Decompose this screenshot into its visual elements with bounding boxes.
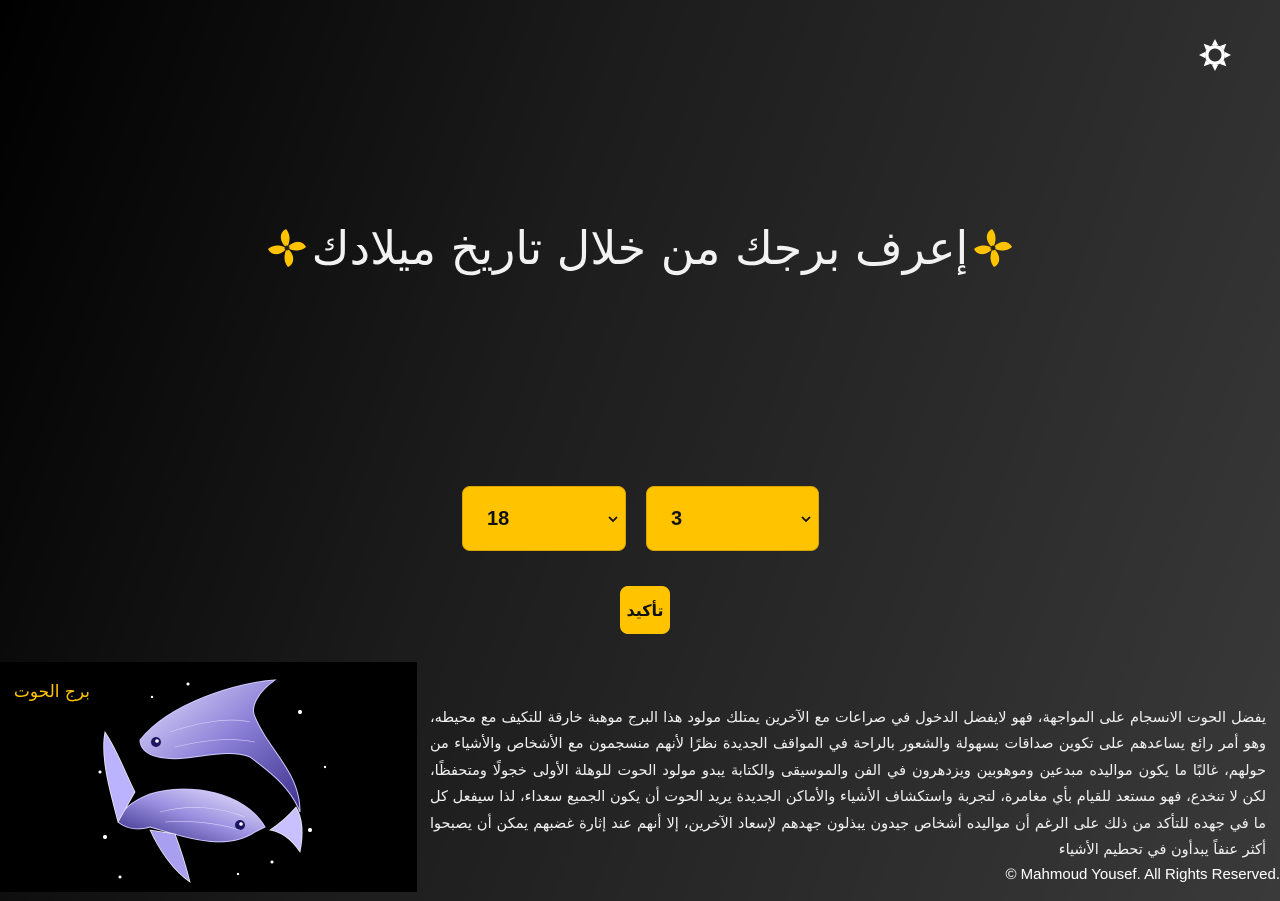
day-select[interactable]: 18 xyxy=(462,486,626,551)
result-section: برج الحوت يفضل الحوت الانسجام على المواج… xyxy=(0,662,1280,901)
page-title-text: إعرف برجك من خلال تاريخ ميلادك xyxy=(311,220,969,275)
copyright-text: © Mahmoud Yousef. All Rights Reserved. xyxy=(1005,866,1280,883)
chevron-down-icon xyxy=(608,516,618,523)
sun-icon xyxy=(1199,39,1231,71)
pinwheel-icon xyxy=(267,228,306,267)
month-select[interactable]: 3 xyxy=(646,486,819,551)
sign-name-label: برج الحوت xyxy=(13,682,90,702)
pinwheel-icon xyxy=(974,228,1013,267)
sign-description: يفضل الحوت الانسجام على المواجهة، فهو لا… xyxy=(430,709,1266,859)
page-title: إعرف برجك من خلال تاريخ ميلادك xyxy=(0,221,1280,275)
month-select-value: 3 xyxy=(671,508,683,530)
day-select-value: 18 xyxy=(487,508,510,530)
confirm-button[interactable]: تأكيد xyxy=(620,586,670,634)
chevron-down-icon xyxy=(801,516,811,523)
pisces-image: برج الحوت xyxy=(0,662,417,892)
theme-toggle-button[interactable] xyxy=(1196,36,1234,74)
